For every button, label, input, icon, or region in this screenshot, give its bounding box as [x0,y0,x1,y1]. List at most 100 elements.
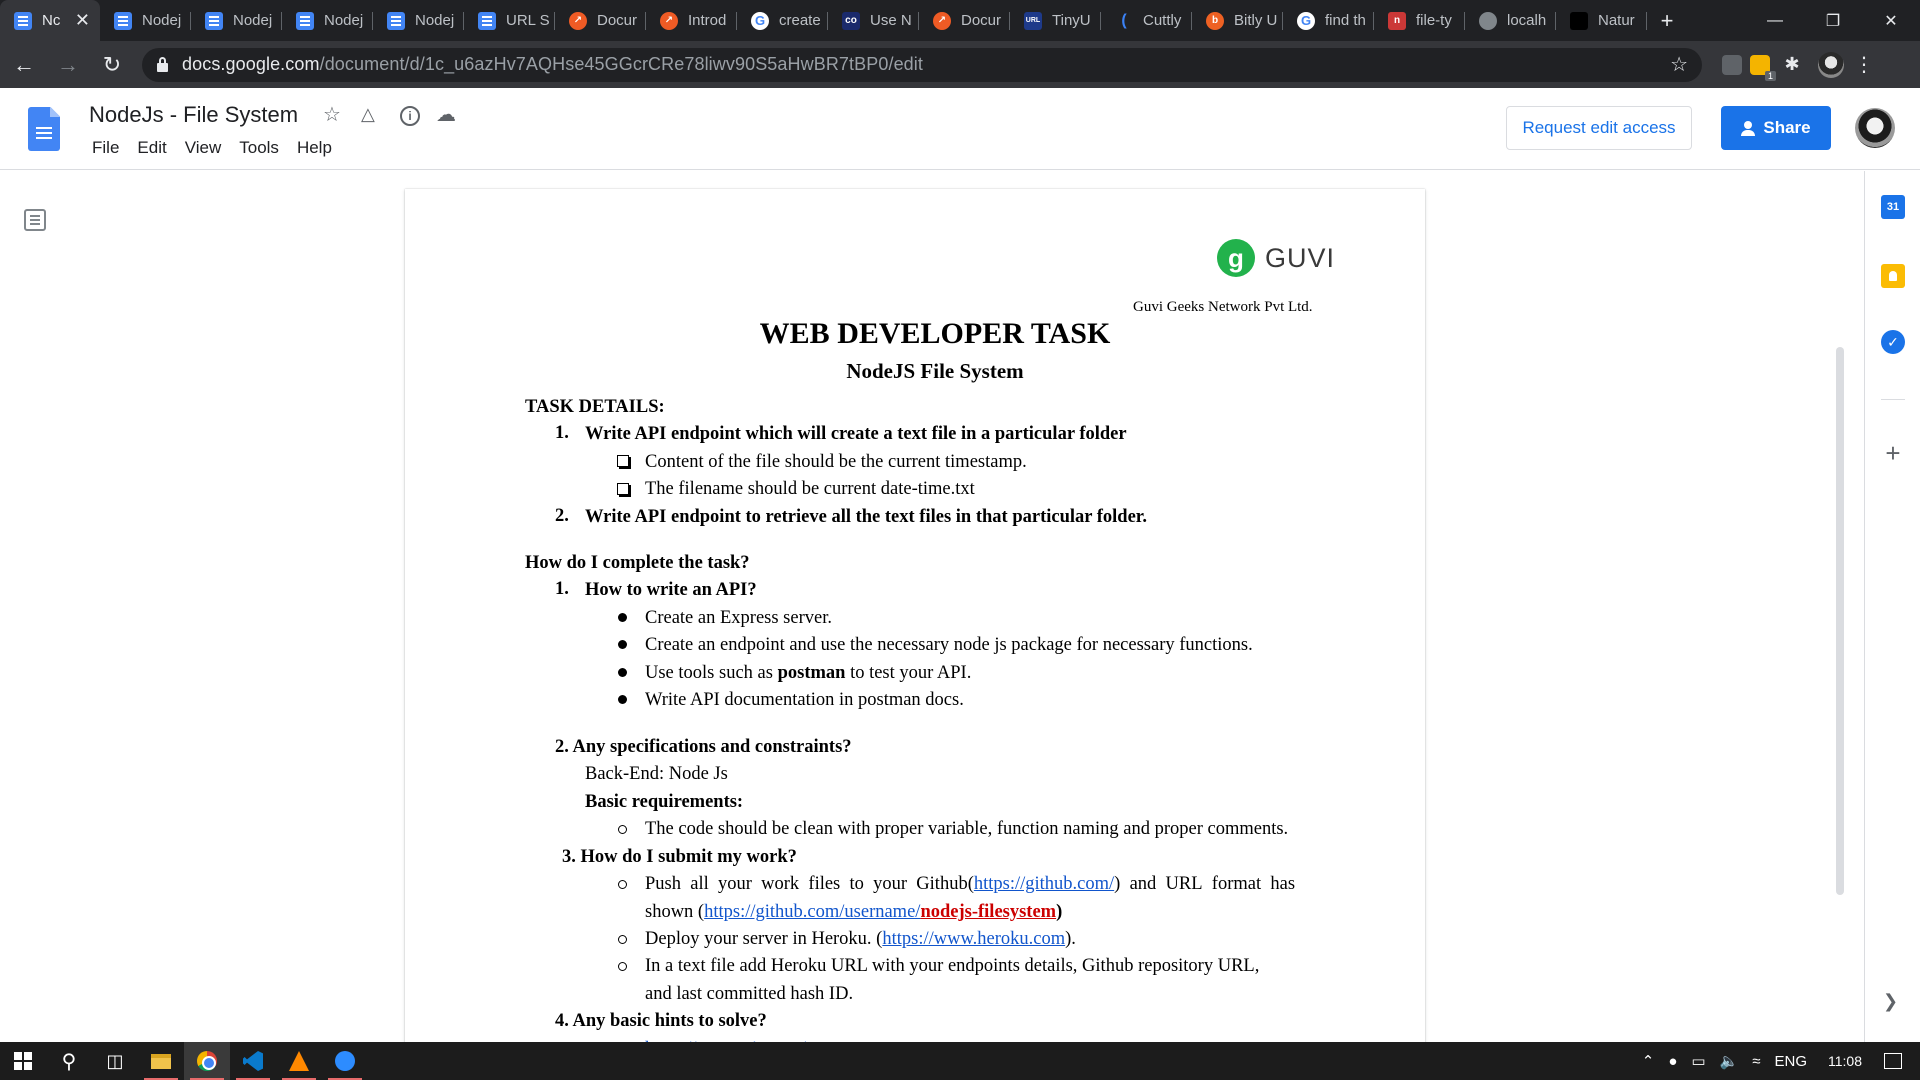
browser-tab[interactable]: localh [1465,0,1556,41]
browser-tab[interactable]: ↗ Docur [555,0,646,41]
task-view-icon[interactable]: ◫ [92,1042,138,1080]
minimize-button[interactable]: — [1746,0,1804,41]
file-explorer-icon[interactable] [138,1042,184,1080]
outline-icon[interactable] [24,209,46,231]
notification-icon[interactable] [1884,1053,1902,1069]
close-window-button[interactable]: ✕ [1862,0,1920,41]
lock-icon[interactable] [156,56,170,73]
browser-toolbar: ← → ↻ docs.google.com/document/d/1c_u6az… [0,41,1920,88]
request-edit-access-button[interactable]: Request edit access [1506,106,1692,150]
battery-icon[interactable]: ▭ [1691,1052,1705,1070]
microphone-icon[interactable]: ● [1668,1053,1677,1070]
bookmark-star-icon[interactable]: ☆ [1670,52,1688,77]
tasks-icon[interactable]: ✓ [1881,330,1905,354]
browser-tab[interactable]: URL S [464,0,555,41]
back-icon[interactable]: ← [4,45,44,85]
browser-tab[interactable]: Nodej [191,0,282,41]
share-button[interactable]: Share [1721,106,1831,150]
vlc-icon[interactable] [276,1042,322,1080]
repo-name-link[interactable]: nodejs-filesystem [920,902,1056,922]
document-subtitle: NodeJS File System [846,359,1024,383]
reload-icon[interactable]: ↻ [92,45,132,85]
start-button[interactable] [0,1042,46,1080]
document-main-title: WEB DEVELOPER TASK [759,317,1111,350]
volume-icon[interactable]: 🔈 [1720,1052,1739,1070]
browser-tab[interactable]: ↗ Docur [919,0,1010,41]
bullet-icon [618,613,627,622]
circle-bullet-icon [618,962,627,971]
person-icon [1741,121,1756,136]
q1-item-1: Create an Express server. [645,608,832,628]
browser-tab[interactable]: URL TinyU [1010,0,1101,41]
google-favicon-icon: G [751,11,769,30]
restore-button[interactable]: ❐ [1804,0,1862,41]
document-page[interactable]: Guvi Geeks Network Pvt Ltd. g GUVI WEB D… [405,189,1425,1049]
system-tray: ⌃ ● ▭ 🔈 ≈ ENG 11:08 [1635,1052,1920,1070]
menu-edit[interactable]: Edit [128,138,175,158]
q1-text: How to write an API? [585,580,757,600]
browser-tab[interactable]: Natur [1556,0,1647,41]
forward-icon[interactable]: → [48,45,88,85]
browser-tab[interactable]: (Cuttly [1101,0,1192,41]
task1-text: Write API endpoint which will create a t… [585,424,1127,444]
browser-profile-avatar[interactable] [1818,51,1844,78]
chevron-up-icon[interactable]: ⌃ [1642,1052,1655,1070]
keep-icon[interactable] [1881,264,1905,288]
info-icon[interactable]: i [400,106,420,126]
zoom-icon[interactable] [322,1042,368,1080]
browser-tab[interactable]: b Bitly U [1192,0,1283,41]
chevron-right-icon[interactable]: ❯ [1883,991,1898,1012]
chrome-icon[interactable] [184,1042,230,1080]
github-username-link[interactable]: https://github.com/username/ [704,902,920,922]
docs-logo-icon[interactable] [28,107,60,151]
tab-close-icon[interactable]: ✕ [75,10,90,31]
github-link[interactable]: https://github.com/ [974,874,1114,894]
url-text[interactable]: docs.google.com/document/d/1c_u6azHv7AQH… [182,54,923,75]
submit-1-part-d: ) [1056,902,1063,922]
cloud-icon[interactable]: ☁ [436,102,456,127]
browser-tab[interactable]: Nodej [100,0,191,41]
heroku-link[interactable]: https://www.heroku.com [882,929,1065,949]
menu-file[interactable]: File [83,138,128,158]
browser-tab[interactable]: Nodej [373,0,464,41]
tab-label: Cuttly [1143,12,1182,29]
postman-favicon-icon: ↗ [660,11,678,30]
browser-tab[interactable]: Nodej [282,0,373,41]
browser-tab[interactable]: n file-ty [1374,0,1465,41]
drive-icon[interactable]: △ [361,104,375,125]
language-indicator[interactable]: ENG [1774,1053,1807,1070]
address-bar[interactable]: docs.google.com/document/d/1c_u6azHv7AQH… [142,47,1702,82]
vertical-scrollbar[interactable] [1836,347,1844,895]
puzzle-icon[interactable]: ✱ [1778,51,1806,79]
document-workspace: Guvi Geeks Network Pvt Ltd. g GUVI WEB D… [0,171,1920,1049]
browser-tab[interactable]: co Use N [828,0,919,41]
tab-label: N‎c [42,12,61,29]
more-icon[interactable]: ⋮ [1854,52,1874,77]
menu-help[interactable]: Help [288,138,341,158]
account-avatar[interactable] [1855,108,1895,148]
browser-tab[interactable]: ↗ Introd [646,0,737,41]
q3-heading: 3. How do I submit my work? [562,847,797,867]
browser-tab[interactable]: N‎c ✕ [0,0,100,41]
browser-tab[interactable]: Gcreate [737,0,828,41]
extension-badge-icon[interactable]: 1 [1750,54,1776,81]
menu-tools[interactable]: Tools [230,138,288,158]
guvi-logo-mark: g [1217,239,1255,277]
browser-tab[interactable]: Gfind th [1283,0,1374,41]
calendar-icon[interactable]: 31 [1881,195,1905,219]
vscode-icon[interactable] [230,1042,276,1080]
star-icon[interactable]: ☆ [323,102,341,127]
new-tab-button[interactable]: + [1647,0,1687,41]
add-icon[interactable]: + [1881,438,1905,468]
clock[interactable]: 11:08 [1828,1053,1862,1069]
wifi-icon[interactable]: ≈ [1752,1053,1760,1070]
docs-favicon-icon [387,11,405,30]
backend-text: Back-End: Node Js [585,764,728,784]
q1-item-2: Create an endpoint and use the necessary… [645,635,1253,655]
local-favicon-icon [1479,11,1497,30]
document-title[interactable]: NodeJs - File System [89,102,298,128]
extension-icon[interactable] [1722,54,1742,75]
menu-view[interactable]: View [176,138,231,158]
search-icon[interactable]: ⚲ [46,1042,92,1080]
npm-favicon-icon: n [1388,11,1406,30]
